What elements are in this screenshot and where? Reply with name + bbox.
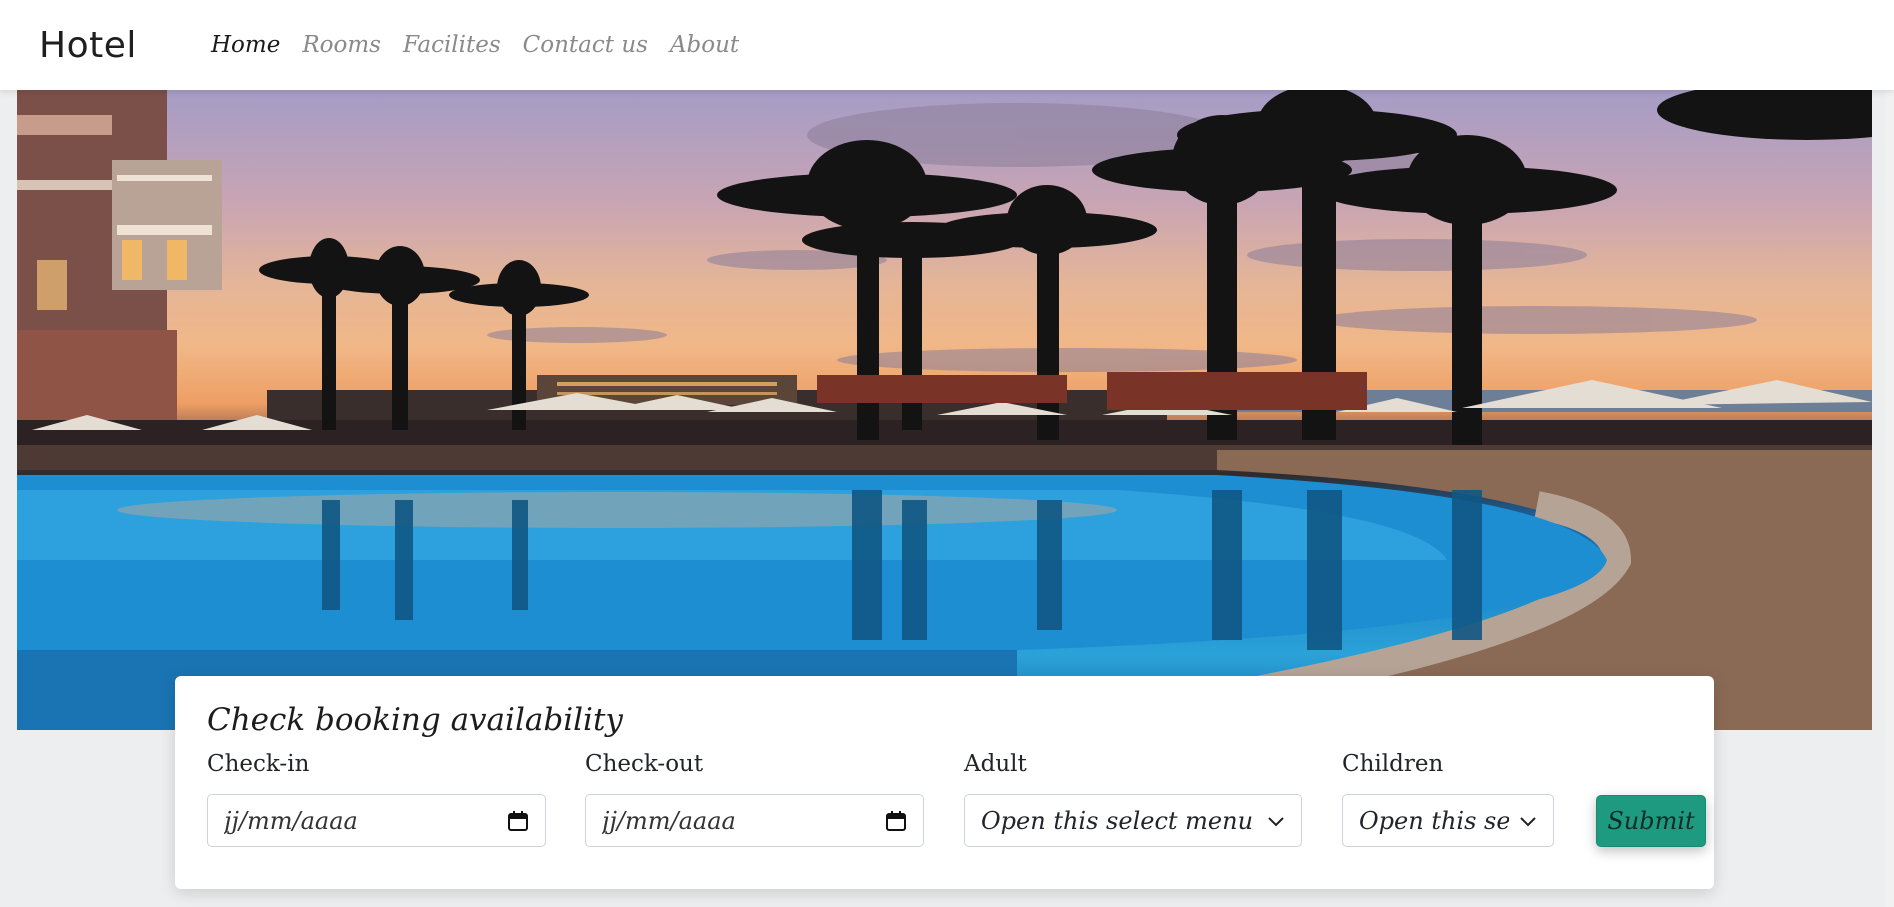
children-label: Children	[1342, 751, 1444, 777]
nav-link-about[interactable]: About	[670, 32, 739, 58]
checkin-date-input[interactable]: jj/mm/aaaa	[207, 794, 546, 847]
hotel-building	[17, 90, 222, 420]
calendar-icon[interactable]	[507, 810, 529, 832]
adult-label: Adult	[964, 751, 1027, 777]
chevron-down-icon	[1267, 815, 1285, 827]
calendar-icon[interactable]	[885, 810, 907, 832]
adult-select[interactable]: Open this select menu	[964, 794, 1302, 847]
adult-selected-value: Open this select menu	[981, 806, 1254, 835]
submit-button[interactable]: Submit	[1596, 795, 1706, 847]
checkout-placeholder: jj/mm/aaaa	[602, 806, 736, 835]
children-selected-value: Open this select menu	[1359, 806, 1509, 835]
nav-links: Home Rooms Facilites Contact us About	[211, 32, 761, 58]
checkin-placeholder: jj/mm/aaaa	[224, 806, 358, 835]
pool-sunset-illustration	[17, 90, 1872, 730]
children-select[interactable]: Open this select menu	[1342, 794, 1554, 847]
hero-image	[17, 90, 1872, 730]
checkout-label: Check-out	[585, 751, 704, 777]
brand-logo[interactable]: Hotel	[39, 25, 211, 66]
page-scrollbar[interactable]	[1885, 0, 1894, 907]
checkout-date-input[interactable]: jj/mm/aaaa	[585, 794, 924, 847]
nav-link-rooms[interactable]: Rooms	[302, 32, 381, 58]
chevron-down-icon	[1519, 815, 1537, 827]
checkin-label: Check-in	[207, 751, 310, 777]
booking-title: Check booking availability	[207, 702, 623, 738]
navbar: Hotel Home Rooms Facilites Contact us Ab…	[0, 0, 1894, 90]
nav-link-contact[interactable]: Contact us	[523, 32, 648, 58]
nav-link-home[interactable]: Home	[211, 32, 280, 58]
nav-link-facilities[interactable]: Facilites	[403, 32, 501, 58]
booking-card: Check booking availability Check-in jj/m…	[175, 676, 1714, 889]
